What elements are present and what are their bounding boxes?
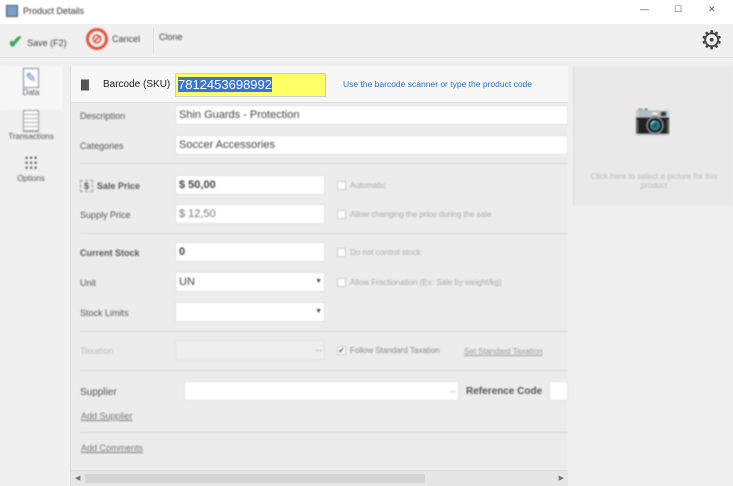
money-icon: $ — [80, 180, 94, 192]
unit-select[interactable]: UN ▼ — [175, 272, 325, 292]
pencil-icon: ✎ — [23, 68, 39, 88]
product-form: ||||||| Barcode (SKU) 7812453698992 Use … — [70, 66, 568, 486]
scrollbar-thumb[interactable] — [85, 474, 425, 483]
sidebar-item-data[interactable]: ✎ Data — [0, 66, 62, 110]
list-icon — [23, 110, 39, 132]
supplier-label: Supplier — [80, 387, 117, 398]
reference-code-label: Reference Code — [466, 386, 543, 397]
unit-label: Unit — [80, 278, 97, 288]
categories-label: Categories — [80, 141, 124, 151]
ellipsis-icon: … — [315, 346, 322, 353]
current-stock-input[interactable]: 0 — [175, 242, 325, 262]
taxation-select[interactable]: … — [175, 340, 325, 360]
set-taxation-link[interactable]: Set Standard Taxation — [464, 347, 543, 356]
add-comments-link[interactable]: Add Comments — [81, 443, 143, 453]
barcode-input[interactable]: 7812453698992 — [175, 73, 326, 97]
save-button[interactable]: ✔ Save (F2) — [8, 32, 67, 53]
sidebar: ✎ Data Transactions ⫶⫶⫶ Options — [0, 62, 68, 486]
stock-limits-select[interactable]: ▼ — [175, 302, 325, 322]
sale-price-input[interactable]: $ 50,00 — [175, 175, 325, 195]
clone-button[interactable]: Clone — [159, 32, 183, 42]
barcode-hint: Use the barcode scanner or type the prod… — [343, 79, 533, 89]
title-bar: Product Details — ☐ ✕ — [0, 0, 733, 24]
sale-price-label: $ Sale Price — [80, 180, 140, 192]
description-input[interactable]: Shin Guards - Protection — [175, 105, 568, 125]
chevron-down-icon: ▼ — [315, 278, 322, 285]
toolbar: ✔ Save (F2) ⊘ Cancel Clone ⚙ — [0, 24, 733, 58]
reference-code-input[interactable] — [549, 381, 568, 401]
sidebar-item-transactions[interactable]: Transactions — [0, 110, 62, 150]
gear-icon[interactable]: ⚙ — [700, 25, 723, 56]
cancel-button[interactable]: ⊘ Cancel — [86, 28, 140, 50]
taxation-label: Taxation — [80, 346, 114, 356]
add-supplier-link[interactable]: Add Supplier — [81, 411, 133, 421]
product-picture-area[interactable]: 📷 Click here to select a picture for thi… — [573, 66, 733, 206]
categories-input[interactable]: Soccer Accessories — [175, 135, 568, 155]
supplier-input[interactable]: … — [184, 381, 459, 401]
current-stock-label: Current Stock — [80, 248, 140, 258]
checkmark-icon: ✔ — [8, 32, 24, 52]
minimize-button[interactable]: — — [640, 4, 649, 14]
chevron-down-icon: ▼ — [315, 308, 322, 315]
fractionation-checkbox[interactable]: Allow Fractionation (Ex: Sale by weight/… — [337, 278, 502, 287]
barcode-row: ||||||| Barcode (SKU) 7812453698992 Use … — [71, 66, 568, 103]
supply-price-label: Supply Price — [80, 210, 131, 220]
follow-taxation-checkbox[interactable]: ✔ Follow Standard Taxation — [337, 346, 440, 355]
window-title: Product Details — [23, 6, 85, 16]
horizontal-scrollbar[interactable]: ◀ ▶ — [71, 470, 568, 486]
camera-icon: 📷 — [634, 103, 672, 136]
automatic-checkbox[interactable]: Automatic — [337, 181, 386, 190]
maximize-button[interactable]: ☐ — [674, 4, 682, 15]
no-control-stock-checkbox[interactable]: Do not control stock — [337, 248, 421, 257]
description-label: Description — [80, 111, 126, 121]
app-icon — [6, 5, 18, 17]
allow-change-checkbox[interactable]: Allow changing the price during the sale — [337, 210, 491, 219]
cancel-icon: ⊘ — [86, 28, 108, 50]
barcode-label: Barcode (SKU) — [103, 79, 171, 90]
barcode-icon: ||||||| — [80, 77, 90, 91]
sidebar-item-options[interactable]: ⫶⫶⫶ Options — [0, 154, 62, 194]
close-button[interactable]: ✕ — [708, 4, 716, 15]
stock-limits-label: Stock Limits — [80, 308, 129, 318]
supply-price-input[interactable]: $ 12,50 — [175, 204, 325, 224]
sliders-icon: ⫶⫶⫶ — [24, 154, 38, 174]
picture-hint: Click here to select a picture for this … — [590, 172, 718, 190]
ellipsis-icon: … — [449, 387, 456, 394]
